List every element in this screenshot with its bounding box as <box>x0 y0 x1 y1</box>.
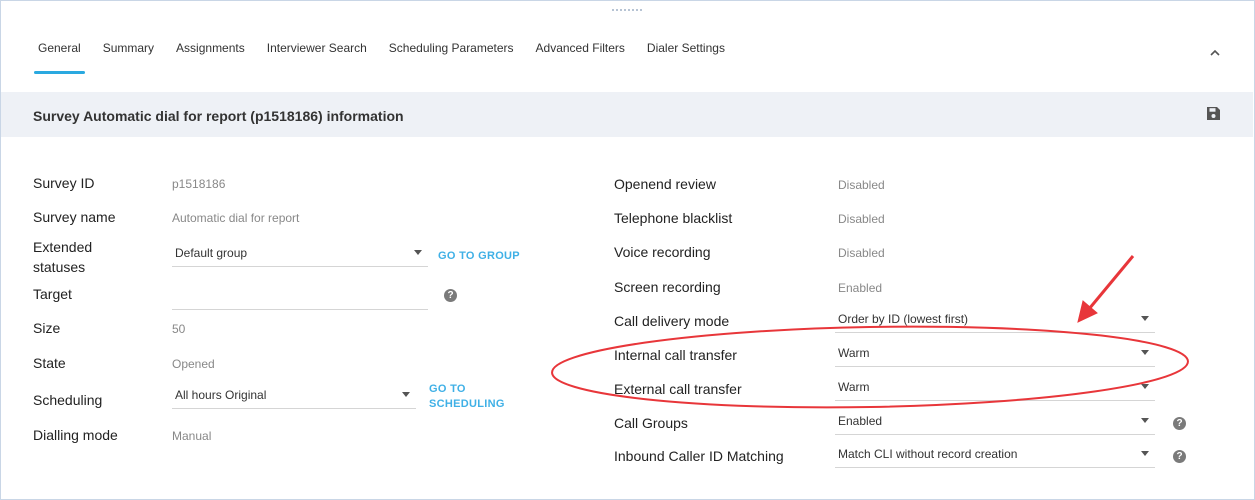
dialling-mode-value: Manual <box>172 429 212 443</box>
call-groups-selected: Enabled <box>838 414 883 428</box>
survey-id-label: Survey ID <box>33 175 95 191</box>
tab-bar: General Summary Assignments Interviewer … <box>30 38 739 74</box>
chevron-down-icon <box>1141 418 1149 423</box>
help-icon[interactable]: ? <box>1173 417 1186 430</box>
external-call-transfer-selected: Warm <box>838 380 870 394</box>
extended-statuses-select[interactable]: Default group <box>172 240 428 267</box>
call-delivery-mode-select[interactable]: Order by ID (lowest first) <box>835 306 1155 333</box>
openend-review-value: Disabled <box>838 178 885 192</box>
call-groups-label: Call Groups <box>614 415 688 431</box>
tab-dialer-settings[interactable]: Dialer Settings <box>639 38 733 74</box>
scheduling-label: Scheduling <box>33 392 103 408</box>
help-icon[interactable]: ? <box>1173 450 1186 463</box>
tab-advanced-filters[interactable]: Advanced Filters <box>528 38 633 74</box>
tab-general[interactable]: General <box>30 38 89 74</box>
extended-statuses-label: Extended statuses <box>33 237 92 277</box>
state-label: State <box>33 355 66 371</box>
internal-call-transfer-select[interactable]: Warm <box>835 340 1155 367</box>
survey-name-value: Automatic dial for report <box>172 211 300 225</box>
extended-statuses-label-line1: Extended <box>33 239 93 255</box>
target-label: Target <box>33 286 72 302</box>
chevron-down-icon <box>1141 384 1149 389</box>
save-icon[interactable] <box>1206 106 1221 121</box>
tab-interviewer-search[interactable]: Interviewer Search <box>259 38 375 74</box>
chevron-up-icon[interactable] <box>1208 46 1222 60</box>
call-delivery-mode-selected: Order by ID (lowest first) <box>838 312 969 326</box>
survey-id-value: p1518186 <box>172 177 226 191</box>
extended-statuses-label-line2: statuses <box>33 259 86 275</box>
telephone-blacklist-value: Disabled <box>838 212 885 226</box>
external-call-transfer-select[interactable]: Warm <box>835 374 1155 401</box>
inbound-caller-id-select[interactable]: Match CLI without record creation <box>835 441 1155 468</box>
internal-call-transfer-label: Internal call transfer <box>614 347 737 363</box>
telephone-blacklist-label: Telephone blacklist <box>614 210 733 226</box>
chevron-down-icon <box>1141 350 1149 355</box>
voice-recording-value: Disabled <box>838 246 885 260</box>
tab-summary[interactable]: Summary <box>95 38 162 74</box>
inbound-caller-id-selected: Match CLI without record creation <box>838 447 1018 461</box>
voice-recording-label: Voice recording <box>614 244 711 260</box>
survey-name-label: Survey name <box>33 209 116 225</box>
section-title: Survey Automatic dial for report (p15181… <box>33 108 404 124</box>
inbound-caller-id-label: Inbound Caller ID Matching <box>614 448 784 464</box>
size-label: Size <box>33 320 61 336</box>
screen-recording-label: Screen recording <box>614 279 721 295</box>
extended-statuses-selected: Default group <box>175 246 248 260</box>
external-call-transfer-label: External call transfer <box>614 381 742 397</box>
chevron-down-icon <box>414 250 422 255</box>
chevron-down-icon <box>402 392 410 397</box>
tab-assignments[interactable]: Assignments <box>168 38 253 74</box>
go-to-scheduling-link[interactable]: GO TO SCHEDULING <box>429 382 505 412</box>
openend-review-label: Openend review <box>614 176 716 192</box>
size-value: 50 <box>172 322 186 336</box>
go-to-scheduling-line1: GO TO <box>429 383 466 395</box>
call-delivery-mode-label: Call delivery mode <box>614 313 730 329</box>
chevron-down-icon <box>1141 316 1149 321</box>
drag-handle[interactable] <box>612 9 642 17</box>
scheduling-select[interactable]: All hours Original <box>172 382 416 409</box>
help-icon[interactable]: ? <box>444 289 457 302</box>
call-groups-select[interactable]: Enabled <box>835 408 1155 435</box>
state-value: Opened <box>172 357 215 371</box>
go-to-scheduling-line2: SCHEDULING <box>429 398 505 410</box>
screen-recording-value: Enabled <box>838 281 883 295</box>
internal-call-transfer-selected: Warm <box>838 346 870 360</box>
target-input[interactable] <box>172 283 428 310</box>
dialling-mode-label: Dialling mode <box>33 427 118 443</box>
scheduling-selected: All hours Original <box>175 388 267 402</box>
go-to-group-link[interactable]: GO TO GROUP <box>438 250 520 262</box>
tab-scheduling-parameters[interactable]: Scheduling Parameters <box>381 38 522 74</box>
chevron-down-icon <box>1141 451 1149 456</box>
